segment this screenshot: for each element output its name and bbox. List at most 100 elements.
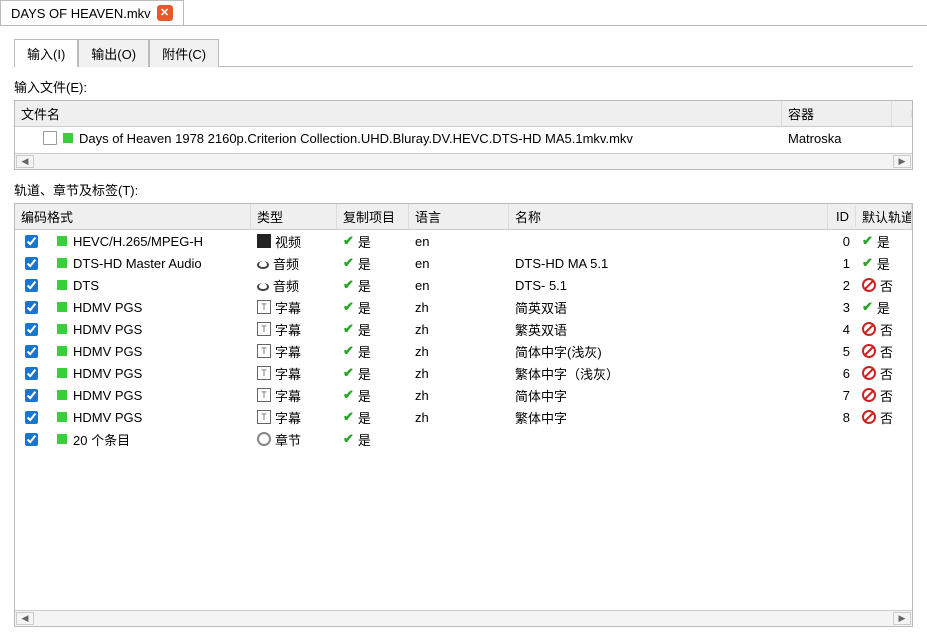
check-icon: ✔ [343,343,354,359]
track-enable-checkbox[interactable] [25,345,38,358]
sub-tab-bar: 输入(I) 输出(O) 附件(C) [14,38,913,67]
file-name: Days of Heaven 1978 2160p.Criterion Coll… [79,131,633,146]
tab-attachments[interactable]: 附件(C) [149,39,219,67]
status-indicator-icon [57,302,67,312]
forbid-icon [862,410,876,424]
copy-value: 是 [358,276,371,295]
track-enable-checkbox[interactable] [25,279,38,292]
default-value: 是 [877,254,890,273]
status-indicator-icon [57,390,67,400]
track-codec: HDMV PGS [73,344,142,359]
status-indicator-icon [57,346,67,356]
track-enable-checkbox[interactable] [25,235,38,248]
check-icon: ✔ [862,233,873,249]
track-enable-checkbox[interactable] [25,411,38,424]
file-row[interactable]: Days of Heaven 1978 2160p.Criterion Coll… [15,127,912,149]
track-type: 字幕 [275,342,301,361]
default-value: 否 [880,342,893,361]
track-row[interactable]: DTS-HD Master Audio音频✔是enDTS-HD MA 5.11✔… [15,252,912,274]
input-files-table: 文件名 容器 Days of Heaven 1978 2160p.Criteri… [14,100,913,170]
copy-value: 是 [358,430,371,449]
track-row[interactable]: HEVC/H.265/MPEG-H视频✔是en0✔是 [15,230,912,252]
track-codec: DTS [73,278,99,293]
status-indicator-icon [57,280,67,290]
track-id [828,436,856,442]
check-icon: ✔ [343,299,354,315]
col-container[interactable]: 容器 [782,101,892,126]
track-id: 7 [828,385,856,406]
track-enable-checkbox[interactable] [25,433,38,446]
track-row[interactable]: HDMV PGST字幕✔是zh简英双语3✔是 [15,296,912,318]
check-icon: ✔ [862,299,873,315]
track-language: zh [409,407,509,428]
col-copy[interactable]: 复制项目 [337,204,409,229]
col-language[interactable]: 语言 [409,204,509,229]
track-codec: HDMV PGS [73,322,142,337]
track-enable-checkbox[interactable] [25,301,38,314]
col-type[interactable]: 类型 [251,204,337,229]
default-value: 是 [877,232,890,251]
status-indicator-icon [57,434,67,444]
default-value: 否 [880,276,893,295]
track-enable-checkbox[interactable] [25,367,38,380]
tracks-table: 编码格式 类型 复制项目 语言 名称 ID 默认轨道 HEVC/H.265/MP… [14,203,913,627]
track-type: 字幕 [275,298,301,317]
subtitle-type-icon: T [257,300,271,314]
col-trackname[interactable]: 名称 [509,204,828,229]
video-type-icon [257,234,271,248]
track-language: zh [409,341,509,362]
track-id: 3 [828,297,856,318]
col-filename[interactable]: 文件名 [15,101,782,126]
scroll-right-icon[interactable]: ▶ [893,155,911,168]
status-indicator-icon [63,133,73,143]
forbid-icon [862,278,876,292]
tab-output[interactable]: 输出(O) [78,39,149,67]
subtitle-type-icon: T [257,344,271,358]
track-id: 5 [828,341,856,362]
track-codec: DTS-HD Master Audio [73,256,202,271]
scroll-track[interactable] [35,154,892,169]
col-default[interactable]: 默认轨道 [856,204,912,229]
status-indicator-icon [57,368,67,378]
track-row[interactable]: HDMV PGST字幕✔是zh简体中字7否 [15,384,912,406]
scroll-right-icon[interactable]: ▶ [893,612,911,625]
track-id: 1 [828,253,856,274]
scroll-left-icon[interactable]: ◀ [16,612,34,625]
copy-value: 是 [358,342,371,361]
check-icon: ✔ [343,387,354,403]
track-type: 字幕 [275,320,301,339]
default-value: 否 [880,408,893,427]
files-horizontal-scrollbar[interactable]: ◀ ▶ [15,153,912,169]
track-name: DTS-HD MA 5.1 [509,253,828,274]
track-row[interactable]: HDMV PGST字幕✔是zh简体中字(浅灰)5否 [15,340,912,362]
close-file-tab-button[interactable]: ✕ [157,5,173,21]
col-codec[interactable]: 编码格式 [15,204,251,229]
track-enable-checkbox[interactable] [25,323,38,336]
track-row[interactable]: 20 个条目章节✔是 [15,428,912,450]
forbid-icon [862,344,876,358]
track-type: 章节 [275,430,301,449]
scroll-track[interactable] [35,611,892,626]
scroll-left-icon[interactable]: ◀ [16,155,34,168]
track-enable-checkbox[interactable] [25,257,38,270]
file-tab[interactable]: DAYS OF HEAVEN.mkv ✕ [0,0,184,25]
track-row[interactable]: HDMV PGST字幕✔是zh繁体中字（浅灰）6否 [15,362,912,384]
track-id: 6 [828,363,856,384]
default-value: 否 [880,364,893,383]
file-tab-title: DAYS OF HEAVEN.mkv [11,6,151,21]
track-row[interactable]: HDMV PGST字幕✔是zh繁英双语4否 [15,318,912,340]
tracks-horizontal-scrollbar[interactable]: ◀ ▶ [15,610,912,626]
track-enable-checkbox[interactable] [25,389,38,402]
track-codec: HDMV PGS [73,300,142,315]
col-id[interactable]: ID [828,206,856,227]
track-row[interactable]: DTS音频✔是enDTS- 5.12否 [15,274,912,296]
tab-input[interactable]: 输入(I) [14,39,78,67]
check-icon: ✔ [343,365,354,381]
track-row[interactable]: HDMV PGST字幕✔是zh繁体中字8否 [15,406,912,428]
default-value: 否 [880,320,893,339]
col-filler [892,111,912,117]
track-language: zh [409,297,509,318]
forbid-icon [862,366,876,380]
check-icon: ✔ [862,255,873,271]
track-language [409,436,509,442]
